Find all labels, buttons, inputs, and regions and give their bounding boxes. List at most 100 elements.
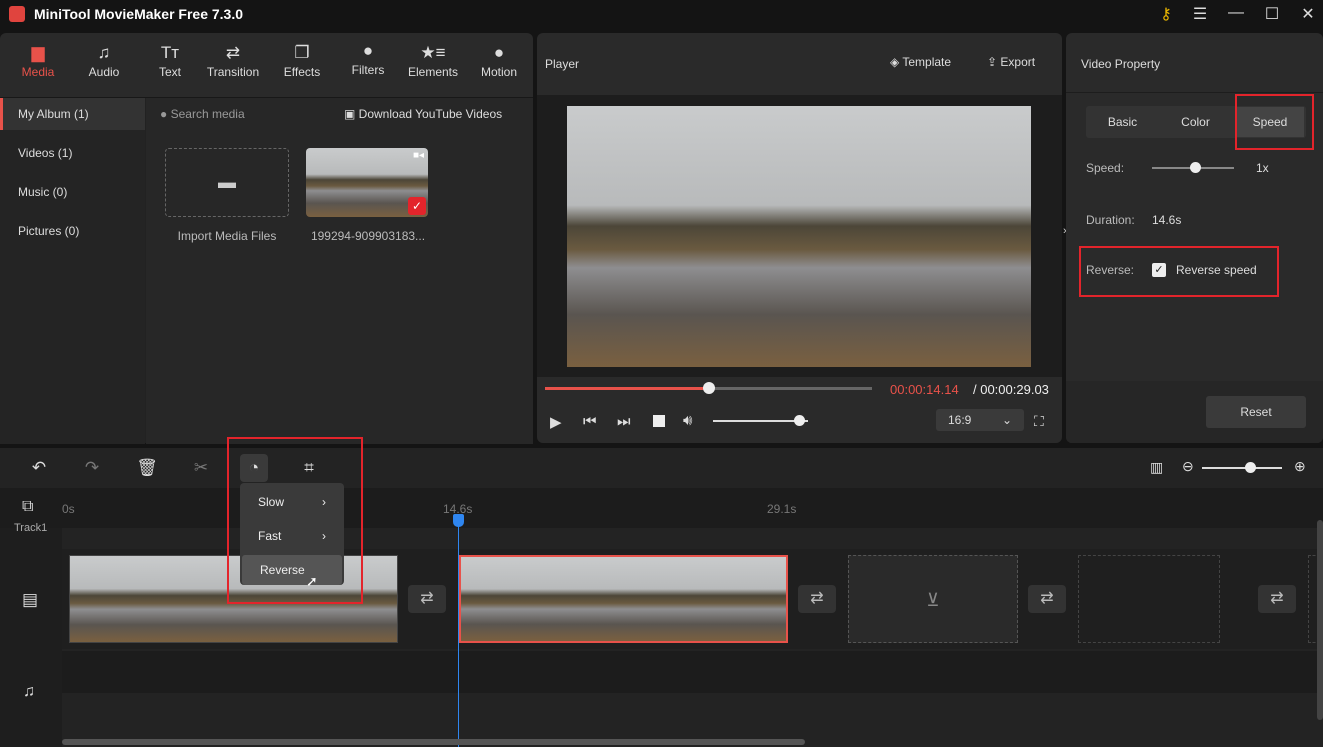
- divider: [1066, 92, 1323, 93]
- sidebar-item-my-album[interactable]: My Album (1): [0, 98, 145, 130]
- fullscreen-icon[interactable]: ⛶: [1034, 413, 1044, 430]
- video-preview: [567, 106, 1031, 367]
- tab-label: Transition: [206, 65, 260, 79]
- import-media-button[interactable]: ▬: [165, 148, 289, 217]
- motion-icon: ●: [493, 43, 505, 62]
- delete-icon[interactable]: 🗑︎: [133, 458, 161, 478]
- library-content: My Album (1) Videos (1) Music (0) Pictur…: [0, 97, 533, 444]
- video-clip-selected[interactable]: [459, 555, 788, 643]
- tab-basic[interactable]: Basic: [1086, 115, 1159, 129]
- tab-elements[interactable]: ★≡ Elements: [401, 43, 465, 79]
- undo-icon[interactable]: ↶: [25, 458, 53, 478]
- horizontal-scrollbar[interactable]: [62, 739, 805, 745]
- tab-transition[interactable]: ⇄ Transition: [201, 43, 265, 79]
- tab-label: Filters: [351, 63, 385, 77]
- text-icon: Tт: [160, 43, 180, 62]
- track-label: Track1: [14, 522, 48, 534]
- next-frame-button[interactable]: ⏭: [617, 413, 631, 430]
- ruler: ⧉ 0s 14.6s 29.1s: [0, 488, 1323, 528]
- search-placeholder: Search media: [170, 107, 245, 121]
- volume-icon[interactable]: 🔊︎: [683, 412, 692, 429]
- split-icon[interactable]: ✂: [187, 458, 215, 478]
- empty-clip-slot[interactable]: [1078, 555, 1220, 643]
- speed-value: 1x: [1256, 161, 1269, 175]
- reverse-speed-label[interactable]: Reverse speed: [1176, 263, 1257, 277]
- folder-icon: ▬: [218, 172, 236, 192]
- export-button[interactable]: ⇪ Export: [987, 55, 1035, 69]
- add-track-icon[interactable]: ⧉: [22, 498, 33, 516]
- vertical-scrollbar[interactable]: [1317, 520, 1323, 720]
- tab-text[interactable]: Tт Text: [138, 43, 202, 79]
- maximize-button[interactable]: ☐: [1262, 4, 1282, 24]
- play-button[interactable]: ▶: [550, 413, 562, 431]
- sidebar-item-pictures[interactable]: Pictures (0): [0, 215, 145, 247]
- key-icon[interactable]: ⚷: [1156, 4, 1176, 24]
- zoom-out-icon[interactable]: ⊖: [1182, 458, 1194, 475]
- reverse-checkbox[interactable]: ✓: [1152, 263, 1166, 277]
- progress-bar[interactable]: [545, 382, 872, 394]
- track-headers: Track1 ▤ ♫: [0, 522, 62, 747]
- search-media-input[interactable]: ● Search media: [160, 107, 245, 121]
- minimize-button[interactable]: —: [1226, 4, 1246, 22]
- stop-button[interactable]: [653, 415, 665, 427]
- aspect-ratio-select[interactable]: 16:9 ⌄: [936, 409, 1024, 431]
- redo-icon[interactable]: ↷: [78, 458, 106, 478]
- sidebar-item-videos[interactable]: Videos (1): [0, 137, 145, 169]
- zoom-in-icon[interactable]: ⊕: [1294, 458, 1306, 475]
- tab-audio[interactable]: ♫ Audio: [72, 43, 136, 79]
- effects-icon: ❐: [294, 43, 310, 62]
- volume-handle[interactable]: [793, 415, 805, 426]
- menu-icon[interactable]: ☰: [1190, 4, 1210, 24]
- progress-fill: [545, 387, 709, 390]
- template-label: Template: [902, 55, 952, 69]
- playhead-handle[interactable]: [453, 514, 464, 527]
- export-icon: ⇪: [987, 55, 1001, 69]
- tab-effects[interactable]: ❐ Effects: [270, 43, 334, 79]
- import-label: Import Media Files: [177, 229, 277, 243]
- media-thumbnail[interactable]: ■◂ ✓: [306, 148, 428, 217]
- tab-color[interactable]: Color: [1159, 115, 1232, 129]
- zoom-slider[interactable]: [1202, 462, 1282, 473]
- import-icon: ⊻: [926, 590, 940, 610]
- layers-icon: ◈: [890, 55, 903, 69]
- progress-handle[interactable]: [702, 382, 715, 394]
- speed-handle[interactable]: [1190, 162, 1201, 173]
- transition-slot-icon[interactable]: ⇄: [408, 585, 446, 613]
- video-track-icon: ▤: [22, 590, 39, 609]
- current-time: 00:00:14.14: [890, 382, 959, 397]
- filters-icon: ●: [362, 41, 374, 60]
- audio-track-icon: ♫: [23, 683, 35, 700]
- close-button[interactable]: ✕: [1298, 4, 1318, 24]
- video-camera-icon: ■◂: [412, 150, 424, 161]
- music-icon: ♫: [97, 43, 111, 62]
- tab-label: Audio: [88, 65, 120, 79]
- volume-slider[interactable]: [713, 415, 808, 426]
- duration-value: 14.6s: [1152, 213, 1182, 227]
- download-youtube-button[interactable]: ▣ Download YouTube Videos: [344, 107, 502, 121]
- folder-icon: ▆: [31, 43, 45, 62]
- transition-slot-icon[interactable]: ⇄: [798, 585, 836, 613]
- search-icon: ●: [160, 107, 171, 121]
- media-area: ● Search media ▣ Download YouTube Videos…: [146, 98, 533, 444]
- app-title: MiniTool MovieMaker Free 7.3.0: [34, 6, 244, 22]
- title-bar: MiniTool MovieMaker Free 7.3.0 ⚷ ☰ — ☐ ✕: [0, 0, 1323, 30]
- transition-slot-icon[interactable]: ⇄: [1028, 585, 1066, 613]
- transition-slot-icon[interactable]: ⇄: [1258, 585, 1296, 613]
- media-sidebar: My Album (1) Videos (1) Music (0) Pictur…: [0, 98, 145, 444]
- zoom-handle[interactable]: [1245, 462, 1256, 473]
- tab-media[interactable]: ▆ Media: [6, 43, 70, 79]
- tab-filters[interactable]: ● Filters: [336, 41, 400, 77]
- empty-clip-slot[interactable]: ⊻: [848, 555, 1018, 643]
- sidebar-item-music[interactable]: Music (0): [0, 176, 145, 208]
- tab-motion[interactable]: ● Motion: [467, 43, 531, 79]
- speed-slider[interactable]: [1152, 162, 1234, 173]
- reset-button[interactable]: Reset: [1206, 396, 1306, 428]
- tab-label: Motion: [480, 65, 518, 79]
- aspect-value: 16:9: [948, 413, 972, 427]
- playhead[interactable]: [458, 514, 459, 747]
- template-button[interactable]: ◈ Template: [890, 55, 951, 69]
- previous-frame-button[interactable]: ⏮: [583, 413, 597, 430]
- tab-label: Elements: [407, 65, 459, 79]
- snap-icon[interactable]: ▥: [1150, 459, 1163, 476]
- highlight-box: [227, 437, 363, 604]
